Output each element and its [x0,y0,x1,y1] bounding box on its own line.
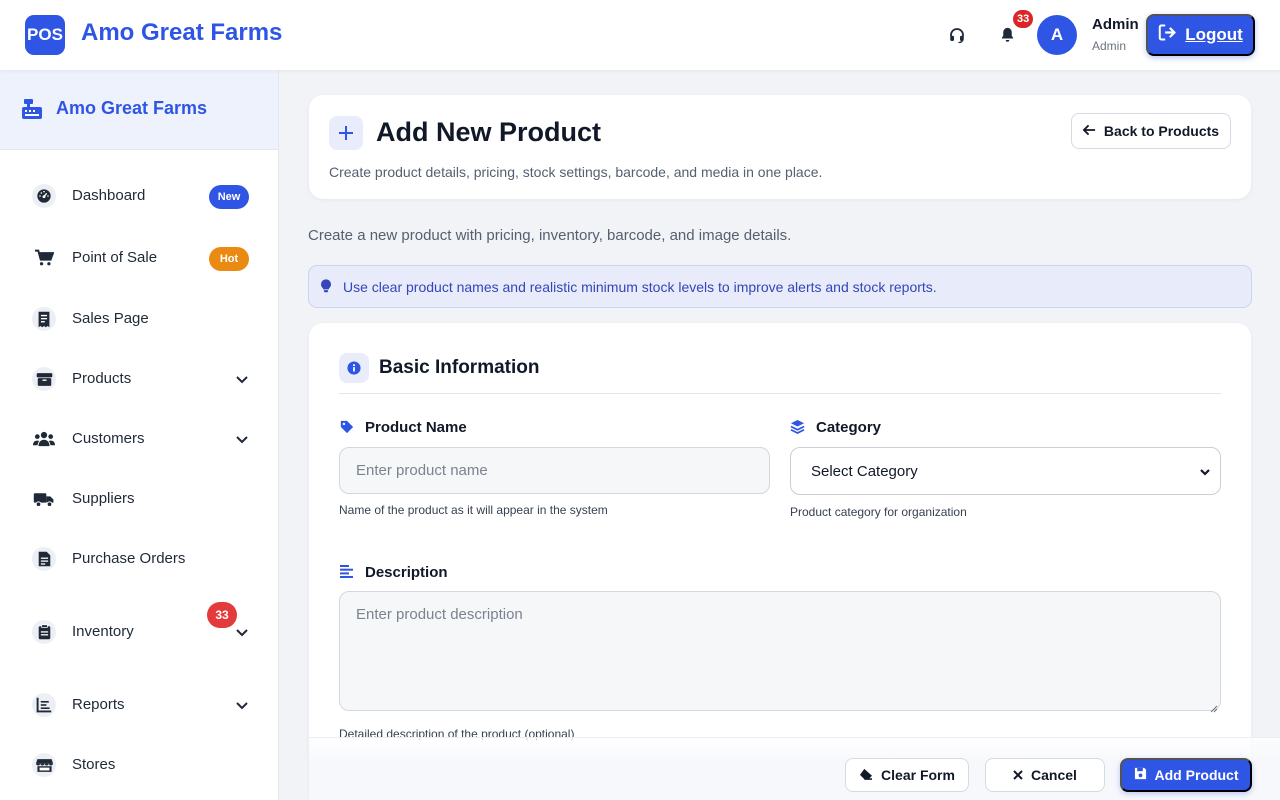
tag-icon [340,420,354,439]
sidebar-item-label: Reports [72,696,125,713]
product-name-input[interactable] [339,447,770,494]
sidebar-item-suppliers[interactable]: Suppliers [0,476,279,522]
intro-text: Create a new product with pricing, inven… [308,227,792,244]
sidebar-item-sales-page[interactable]: Sales Page [0,296,279,342]
category-label: Category [816,419,882,436]
description-label: Description [365,564,448,581]
bell-icon[interactable] [996,24,1018,46]
tip-text: Use clear product names and realistic mi… [343,279,937,295]
layers-icon [790,419,805,439]
page-subtitle: Create product details, pricing, stock s… [329,164,823,180]
chevron-down-icon[interactable] [234,431,250,447]
sidebar-item-reports[interactable]: Reports [0,682,279,728]
category-select[interactable]: Select Category [790,447,1221,495]
back-to-products-label: Back to Products [1103,123,1220,139]
new-badge: New [209,185,249,209]
users-icon [32,427,56,451]
sidebar-item-purchase-orders[interactable]: Purchase Orders [0,536,279,582]
notification-count-badge: 33 [1013,10,1034,28]
file-invoice-icon [32,547,56,571]
gauge-icon [32,184,56,208]
sidebar-item-label: Inventory [72,623,134,640]
avatar[interactable]: A [1037,15,1077,55]
cart-icon [32,246,56,270]
eraser-icon [859,767,873,783]
sidebar-item-stores[interactable]: Stores [0,742,279,788]
close-icon [1013,767,1023,783]
sidebar-title: Amo Great Farms [56,98,208,118]
product-name-label: Product Name [365,419,467,436]
save-icon [1134,767,1147,783]
sidebar: Amo Great Farms Dashboard New Point of S… [0,70,279,800]
inventory-alert-badge: 33 [207,602,237,628]
page-title: Add New Product [376,117,602,147]
plus-icon [329,116,363,150]
clipboard-icon [32,620,56,644]
sidebar-item-label: Customers [72,430,145,447]
brand-name[interactable]: Amo Great Farms [81,19,282,47]
clear-form-label: Clear Form [881,767,955,783]
sidebar-item-label: Products [72,370,132,387]
product-name-help: Name of the product as it will appear in… [339,503,608,517]
sidebar-item-label: Suppliers [72,490,135,507]
sidebar-item-customers[interactable]: Customers [0,416,279,462]
cancel-label: Cancel [1031,767,1077,783]
clear-form-button[interactable]: Clear Form [845,758,969,792]
logout-icon [1158,24,1177,46]
sidebar-item-label: Purchase Orders [72,550,186,567]
store-icon [32,753,56,777]
basic-information-card: Basic Information Product Name Name of t… [309,323,1251,800]
sidebar-item-label: Stores [72,756,116,773]
cancel-button[interactable]: Cancel [985,758,1105,792]
add-product-button[interactable]: Add Product [1120,758,1252,792]
sidebar-item-label: Dashboard [72,187,146,204]
chevron-down-icon[interactable] [234,371,250,387]
user-name: Admin [1092,16,1139,33]
chevron-down-icon[interactable] [234,624,250,640]
sidebar-item-products[interactable]: Products [0,356,279,402]
sidebar-item-inventory[interactable]: Inventory 33 [0,602,279,655]
form-action-bar: Clear Form Cancel Add Product [309,737,1280,800]
top-bar: POS Amo Great Farms 33 A Admin Admin Log… [0,0,1280,70]
description-textarea[interactable] [339,591,1221,711]
receipt-icon [32,307,56,331]
headset-icon[interactable] [946,24,968,46]
lightbulb-icon [321,279,331,298]
page-header-card: Add New Product Create product details, … [309,95,1251,199]
category-selected-value: Select Category [811,462,918,480]
logout-button[interactable]: Logout [1146,14,1255,56]
align-left-icon [340,565,354,583]
chart-icon [32,693,56,717]
arrow-left-icon [1082,123,1096,139]
truck-icon [32,487,56,511]
pos-logo[interactable]: POS [25,15,65,55]
sidebar-header: Amo Great Farms [0,70,278,150]
back-to-products-button[interactable]: Back to Products [1071,113,1231,149]
sidebar-item-label: Point of Sale [72,249,158,266]
sidebar-item-dashboard[interactable]: Dashboard New [0,173,279,219]
resize-handle[interactable] [1210,700,1218,718]
chevron-down-icon [1199,465,1211,482]
category-help: Product category for organization [790,505,967,519]
info-circle-icon [339,353,369,383]
hot-badge: Hot [209,247,249,271]
cash-register-icon [20,97,44,126]
add-product-label: Add Product [1154,767,1239,783]
sidebar-item-point-of-sale[interactable]: Point of Sale Hot [0,235,279,281]
chevron-down-icon[interactable] [234,697,250,713]
section-divider [339,393,1221,394]
logout-label: Logout [1185,25,1243,44]
tip-banner: Use clear product names and realistic mi… [308,265,1252,308]
section-title: Basic Information [379,357,540,378]
box-icon [32,367,56,391]
user-role: Admin [1092,39,1127,53]
sidebar-item-label: Sales Page [72,310,149,327]
